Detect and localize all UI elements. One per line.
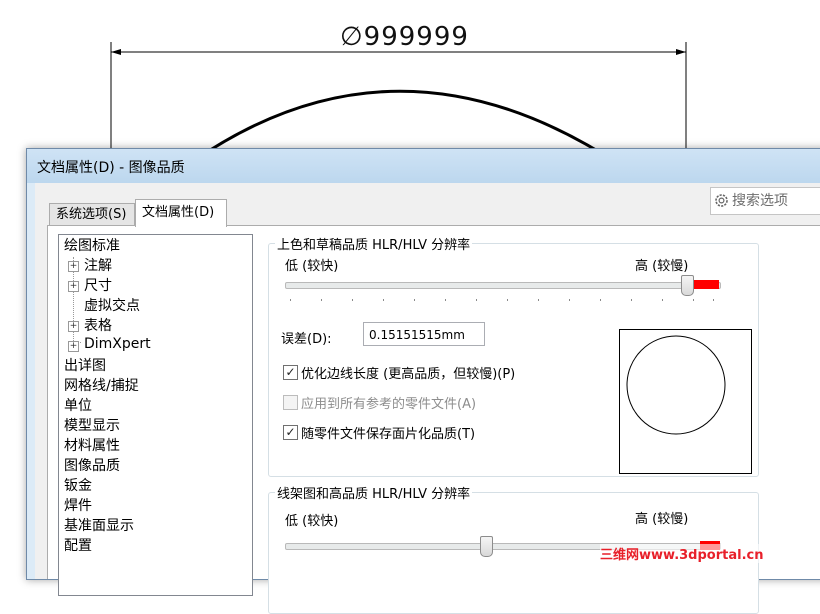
- slider-tick: [662, 299, 663, 301]
- slider-tick: [414, 299, 415, 301]
- tab-document-properties[interactable]: 文档属性(D): [135, 199, 227, 227]
- tree-item-model-display[interactable]: 模型显示: [64, 415, 120, 435]
- wireframe-slider-thumb[interactable]: [480, 536, 493, 557]
- tree-item-configurations[interactable]: 配置: [64, 535, 92, 555]
- search-placeholder: 搜索选项: [732, 193, 788, 209]
- apply-to-referenced-parts-label: 应用到所有参考的零件文件(A): [301, 397, 477, 412]
- slider-tick: [538, 299, 539, 301]
- dialog-titlebar[interactable]: 文档属性(D) - 图像品质: [27, 149, 820, 183]
- save-tessellation-label: 随零件文件保存面片化品质(T): [301, 427, 476, 442]
- deviation-input[interactable]: 0.15151515mm: [363, 322, 485, 346]
- wireframe-high-label: 高 (较慢): [635, 512, 689, 527]
- tessellation-preview: [619, 329, 752, 474]
- slider-tick: [569, 299, 570, 301]
- tree-expander-annotations[interactable]: +: [68, 261, 79, 272]
- tree-expander-dimensions[interactable]: +: [68, 281, 79, 292]
- tree-item-dimensions[interactable]: 尺寸: [84, 275, 112, 295]
- shaded-low-label: 低 (较快): [285, 259, 339, 274]
- slider-tick: [445, 299, 446, 301]
- tree-item-weldments[interactable]: 焊件: [64, 495, 92, 515]
- slider-tick: [693, 299, 694, 301]
- gear-icon: [715, 194, 728, 207]
- shaded-slider-thumb[interactable]: [681, 275, 694, 296]
- slider-tick: [507, 299, 508, 301]
- tree-expander-tables[interactable]: +: [68, 321, 79, 332]
- dialog-title: 文档属性(D) - 图像品质: [37, 160, 185, 176]
- wireframe-group-title: 线架图和高品质 HLR/HLV 分辨率: [275, 483, 473, 502]
- tree-item-drafting-standard[interactable]: 绘图标准: [64, 235, 120, 255]
- tab-system-options[interactable]: 系统选项(S): [49, 203, 135, 226]
- optimize-edge-length-label: 优化边线长度 (更高品质，但较慢)(P): [301, 367, 516, 382]
- tree-item-material-properties[interactable]: 材料属性: [64, 435, 120, 455]
- slider-tick: [600, 299, 601, 301]
- slider-tick: [476, 299, 477, 301]
- tree-item-dimxpert[interactable]: DimXpert: [84, 336, 151, 352]
- tree-item-sheet-metal[interactable]: 钣金: [64, 475, 92, 495]
- dimension-text: ∅999999: [340, 22, 469, 52]
- tree-item-image-quality[interactable]: 图像品质: [64, 455, 120, 475]
- wireframe-low-label: 低 (较快): [285, 514, 339, 529]
- slider-tick: [290, 299, 291, 301]
- shaded-quality-group: 上色和草稿品质 HLR/HLV 分辨率 低 (较快) 高 (较慢) 误差(D):…: [268, 234, 759, 477]
- slider-tick: [352, 299, 353, 301]
- preview-circle: [626, 335, 726, 435]
- search-options-box[interactable]: 搜索选项: [710, 187, 820, 215]
- dimension-arrow-left: [111, 49, 121, 55]
- slider-tick: [631, 299, 632, 301]
- document-properties-panel: 绘图标准 + 注解 + 尺寸 虚拟交点 + 表格 + DimXpert 出详图 …: [47, 225, 820, 614]
- document-properties-dialog: 文档属性(D) - 图像品质 系统选项(S) 文档属性(D) 搜索选项 绘图标准…: [26, 148, 820, 614]
- apply-to-referenced-parts-checkbox[interactable]: [283, 395, 298, 410]
- deviation-label: 误差(D):: [281, 332, 332, 347]
- tree-item-tables[interactable]: 表格: [84, 315, 112, 335]
- tree-item-plane-display[interactable]: 基准面显示: [64, 515, 134, 535]
- shaded-high-label: 高 (较慢): [635, 259, 689, 274]
- tree-item-grid-snap[interactable]: 网格线/捕捉: [64, 375, 139, 395]
- shaded-group-title: 上色和草稿品质 HLR/HLV 分辨率: [275, 234, 473, 253]
- shaded-slider-red-zone: [693, 280, 719, 289]
- tree-item-units[interactable]: 单位: [64, 395, 92, 415]
- dialog-client-area: 系统选项(S) 文档属性(D) 搜索选项 绘图标准 + 注解 + 尺寸 虚拟交点…: [35, 183, 820, 614]
- options-tree: 绘图标准 + 注解 + 尺寸 虚拟交点 + 表格 + DimXpert 出详图 …: [58, 234, 253, 596]
- tree-item-detailing[interactable]: 出详图: [64, 355, 106, 375]
- shaded-slider-track[interactable]: [285, 282, 721, 289]
- dimension-arrow-right: [676, 49, 686, 55]
- slider-tick: [713, 299, 714, 301]
- slider-tick: [321, 299, 322, 301]
- save-tessellation-checkbox[interactable]: ✓: [283, 425, 298, 440]
- tree-expander-dimxpert[interactable]: +: [68, 341, 79, 352]
- tree-item-annotations[interactable]: 注解: [84, 255, 112, 275]
- site-watermark: 三维网www.3dportal.cn: [600, 544, 764, 563]
- slider-tick: [383, 299, 384, 301]
- optimize-edge-length-checkbox[interactable]: ✓: [283, 365, 298, 380]
- tree-item-virtual-sharps[interactable]: 虚拟交点: [84, 295, 140, 315]
